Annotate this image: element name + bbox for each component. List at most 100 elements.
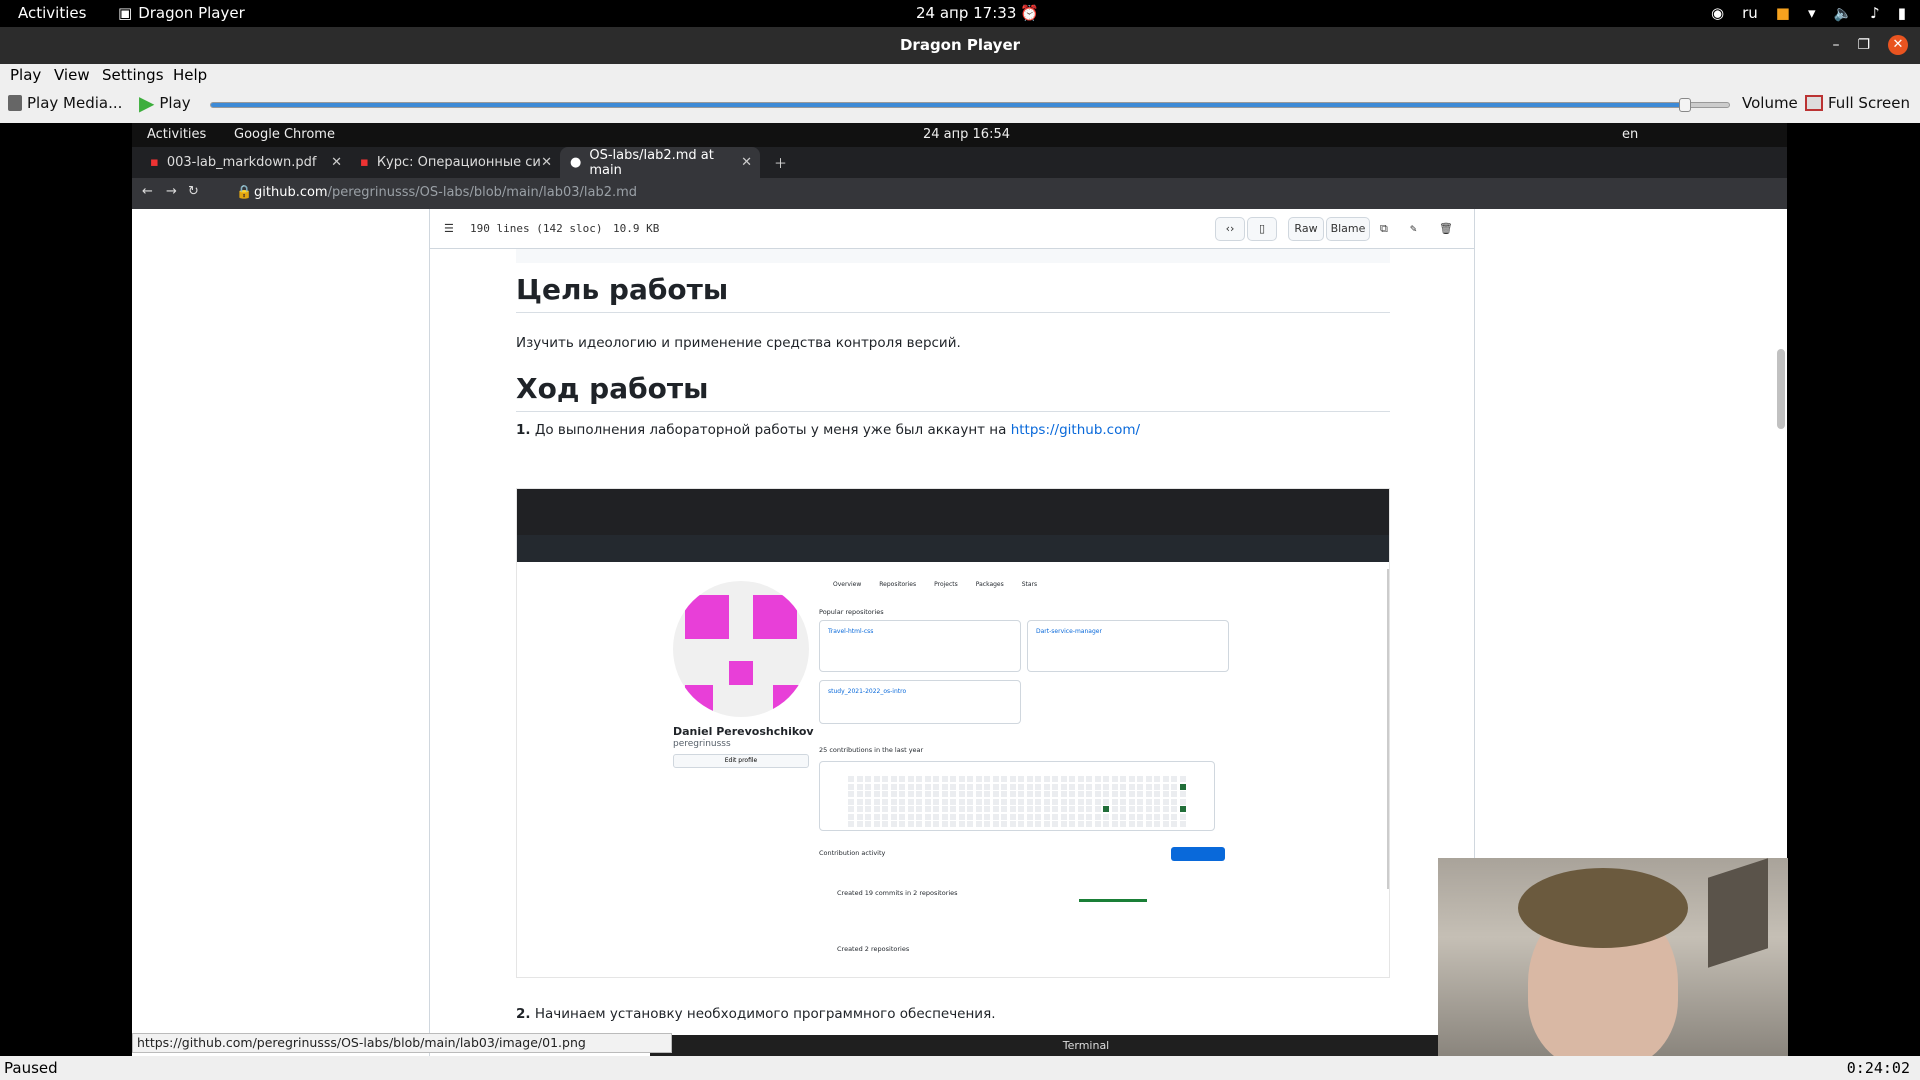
raw-button[interactable]: Raw [1288,217,1324,241]
contribution-cell [941,798,948,805]
restore-icon[interactable]: ❐ [1857,37,1870,53]
contribution-cell [1035,821,1041,827]
heading-progress: Ход работы [516,372,1390,412]
contribution-cell [848,776,854,782]
contribution-cell [1086,806,1092,812]
step-2-number: 2. [516,1006,531,1022]
github-link[interactable]: https://github.com/ [1011,422,1140,438]
activities-button[interactable]: Activities [18,4,86,22]
contribution-cell [1009,813,1016,820]
back-icon[interactable]: ← [142,184,153,199]
contribution-cell [1001,791,1007,797]
contribution-cell [1052,806,1058,812]
contribution-cell [1009,806,1016,812]
contribution-cell [856,776,863,782]
popular-repos-label: Popular repositories [819,608,884,616]
contribution-cell [975,791,982,797]
forward-icon[interactable]: → [166,184,177,199]
contribution-cell [856,813,863,820]
system-tray[interactable]: ◉ ru ■ ▾ 🔈 ♪ ▮ [1711,4,1906,22]
minimize-icon[interactable]: – [1832,37,1839,53]
browser-tab-active[interactable]: ● OS-labs/lab2.md at main ✕ [560,147,760,178]
contribution-cell [1111,783,1118,790]
file-header: ☰ 190 lines (142 sloc) 10.9 KB ‹› ▯ Raw … [430,209,1474,249]
contribution-cell [856,791,863,797]
reload-icon[interactable]: ↻ [188,184,199,199]
volume-button[interactable]: Volume [1742,94,1798,112]
contribution-cell [1120,791,1126,797]
contribution-cell [856,783,863,790]
contribution-cell [1128,791,1135,797]
browser-tab[interactable]: ▪ 003-lab_markdown.pdf ✕ [140,147,350,178]
recorded-lang: en [1622,127,1639,142]
contribution-cell [1026,798,1033,805]
folder-icon [8,95,22,111]
contribution-cell [1179,813,1186,820]
contribution-cell [958,821,965,827]
contribution-cell [1001,813,1007,820]
video-area[interactable]: Activities Google Chrome 24 апр 16:54 en… [0,123,1920,1056]
contribution-cell [890,798,897,805]
contribution-cell [984,776,990,782]
contribution-cell [1060,821,1067,827]
repo-name: Dart-service-manager [1036,628,1102,635]
contribution-cell [873,798,880,805]
seek-handle[interactable] [1678,98,1691,112]
play-button[interactable]: ▶ Play [139,93,191,113]
contribution-cell [1094,783,1101,790]
system-clock[interactable]: 24 апр 17:33 [916,4,1016,22]
preview-button[interactable]: ▯ [1247,217,1277,241]
delete-icon[interactable]: 🗑 [1439,222,1453,235]
contribution-cell [1179,798,1186,805]
contribution-cell [1162,821,1169,827]
chrome-icon: ◉ [1710,4,1725,22]
play-media-button[interactable]: Play Media... [8,94,122,112]
address-bar[interactable]: github.com/peregrinusss/OS-labs/blob/mai… [254,185,637,200]
edit-icon[interactable]: ✎ [1410,222,1417,235]
menu-play[interactable]: Play [10,66,41,84]
contribution-cell [865,776,871,782]
new-tab-icon[interactable]: ＋ [764,147,797,178]
outline-icon[interactable]: ☰ [444,222,454,235]
close-icon[interactable]: ✕ [1888,35,1908,55]
contribution-cell [1171,821,1177,827]
page-scrollbar[interactable] [1777,349,1785,429]
contribution-cell [848,813,854,820]
keyboard-layout[interactable]: ru [1742,4,1758,22]
contribution-cell [933,776,939,782]
contribution-cell [907,776,914,782]
app-menu[interactable]: ▣ Dragon Player [118,4,245,22]
blame-button[interactable]: Blame [1326,217,1370,241]
seek-slider[interactable] [210,98,1730,112]
tab-close-icon[interactable]: ✕ [331,155,342,170]
contribution-cell [1035,798,1041,805]
contribution-graph [819,761,1215,831]
contribution-cell [924,791,931,797]
menu-settings[interactable]: Settings [102,66,164,84]
contribution-cell [1154,798,1160,805]
code-view-button[interactable]: ‹› [1215,217,1245,241]
contribution-cell [873,813,880,820]
fullscreen-button[interactable]: Full Screen [1805,94,1910,112]
repo-card: Dart-service-manager [1027,620,1229,672]
contribution-cell [1018,791,1024,797]
tab-close-icon[interactable]: ✕ [541,155,552,170]
embedded-screenshot[interactable]: Daniel Perevoshchikov peregrinusss Edit … [516,488,1390,978]
contribution-cell [1162,791,1169,797]
file-lines: 190 lines (142 sloc) [470,222,603,235]
contribution-cell [1043,806,1050,812]
copy-icon[interactable]: ⧉ [1380,222,1388,236]
contribution-cell [907,806,914,812]
contribution-cell [1120,813,1126,820]
contribution-cell [992,813,999,820]
menu-view[interactable]: View [54,66,90,84]
contribution-cell [1035,813,1041,820]
menu-help[interactable]: Help [173,66,207,84]
contribution-cell [1103,821,1109,827]
contribution-cell [1111,776,1118,782]
tab-close-icon[interactable]: ✕ [741,155,752,170]
contribution-cell [1043,776,1050,782]
contribution-cell [975,783,982,790]
browser-tab[interactable]: ▪ Курс: Операционные си ✕ [350,147,560,178]
fullscreen-icon [1805,95,1823,111]
